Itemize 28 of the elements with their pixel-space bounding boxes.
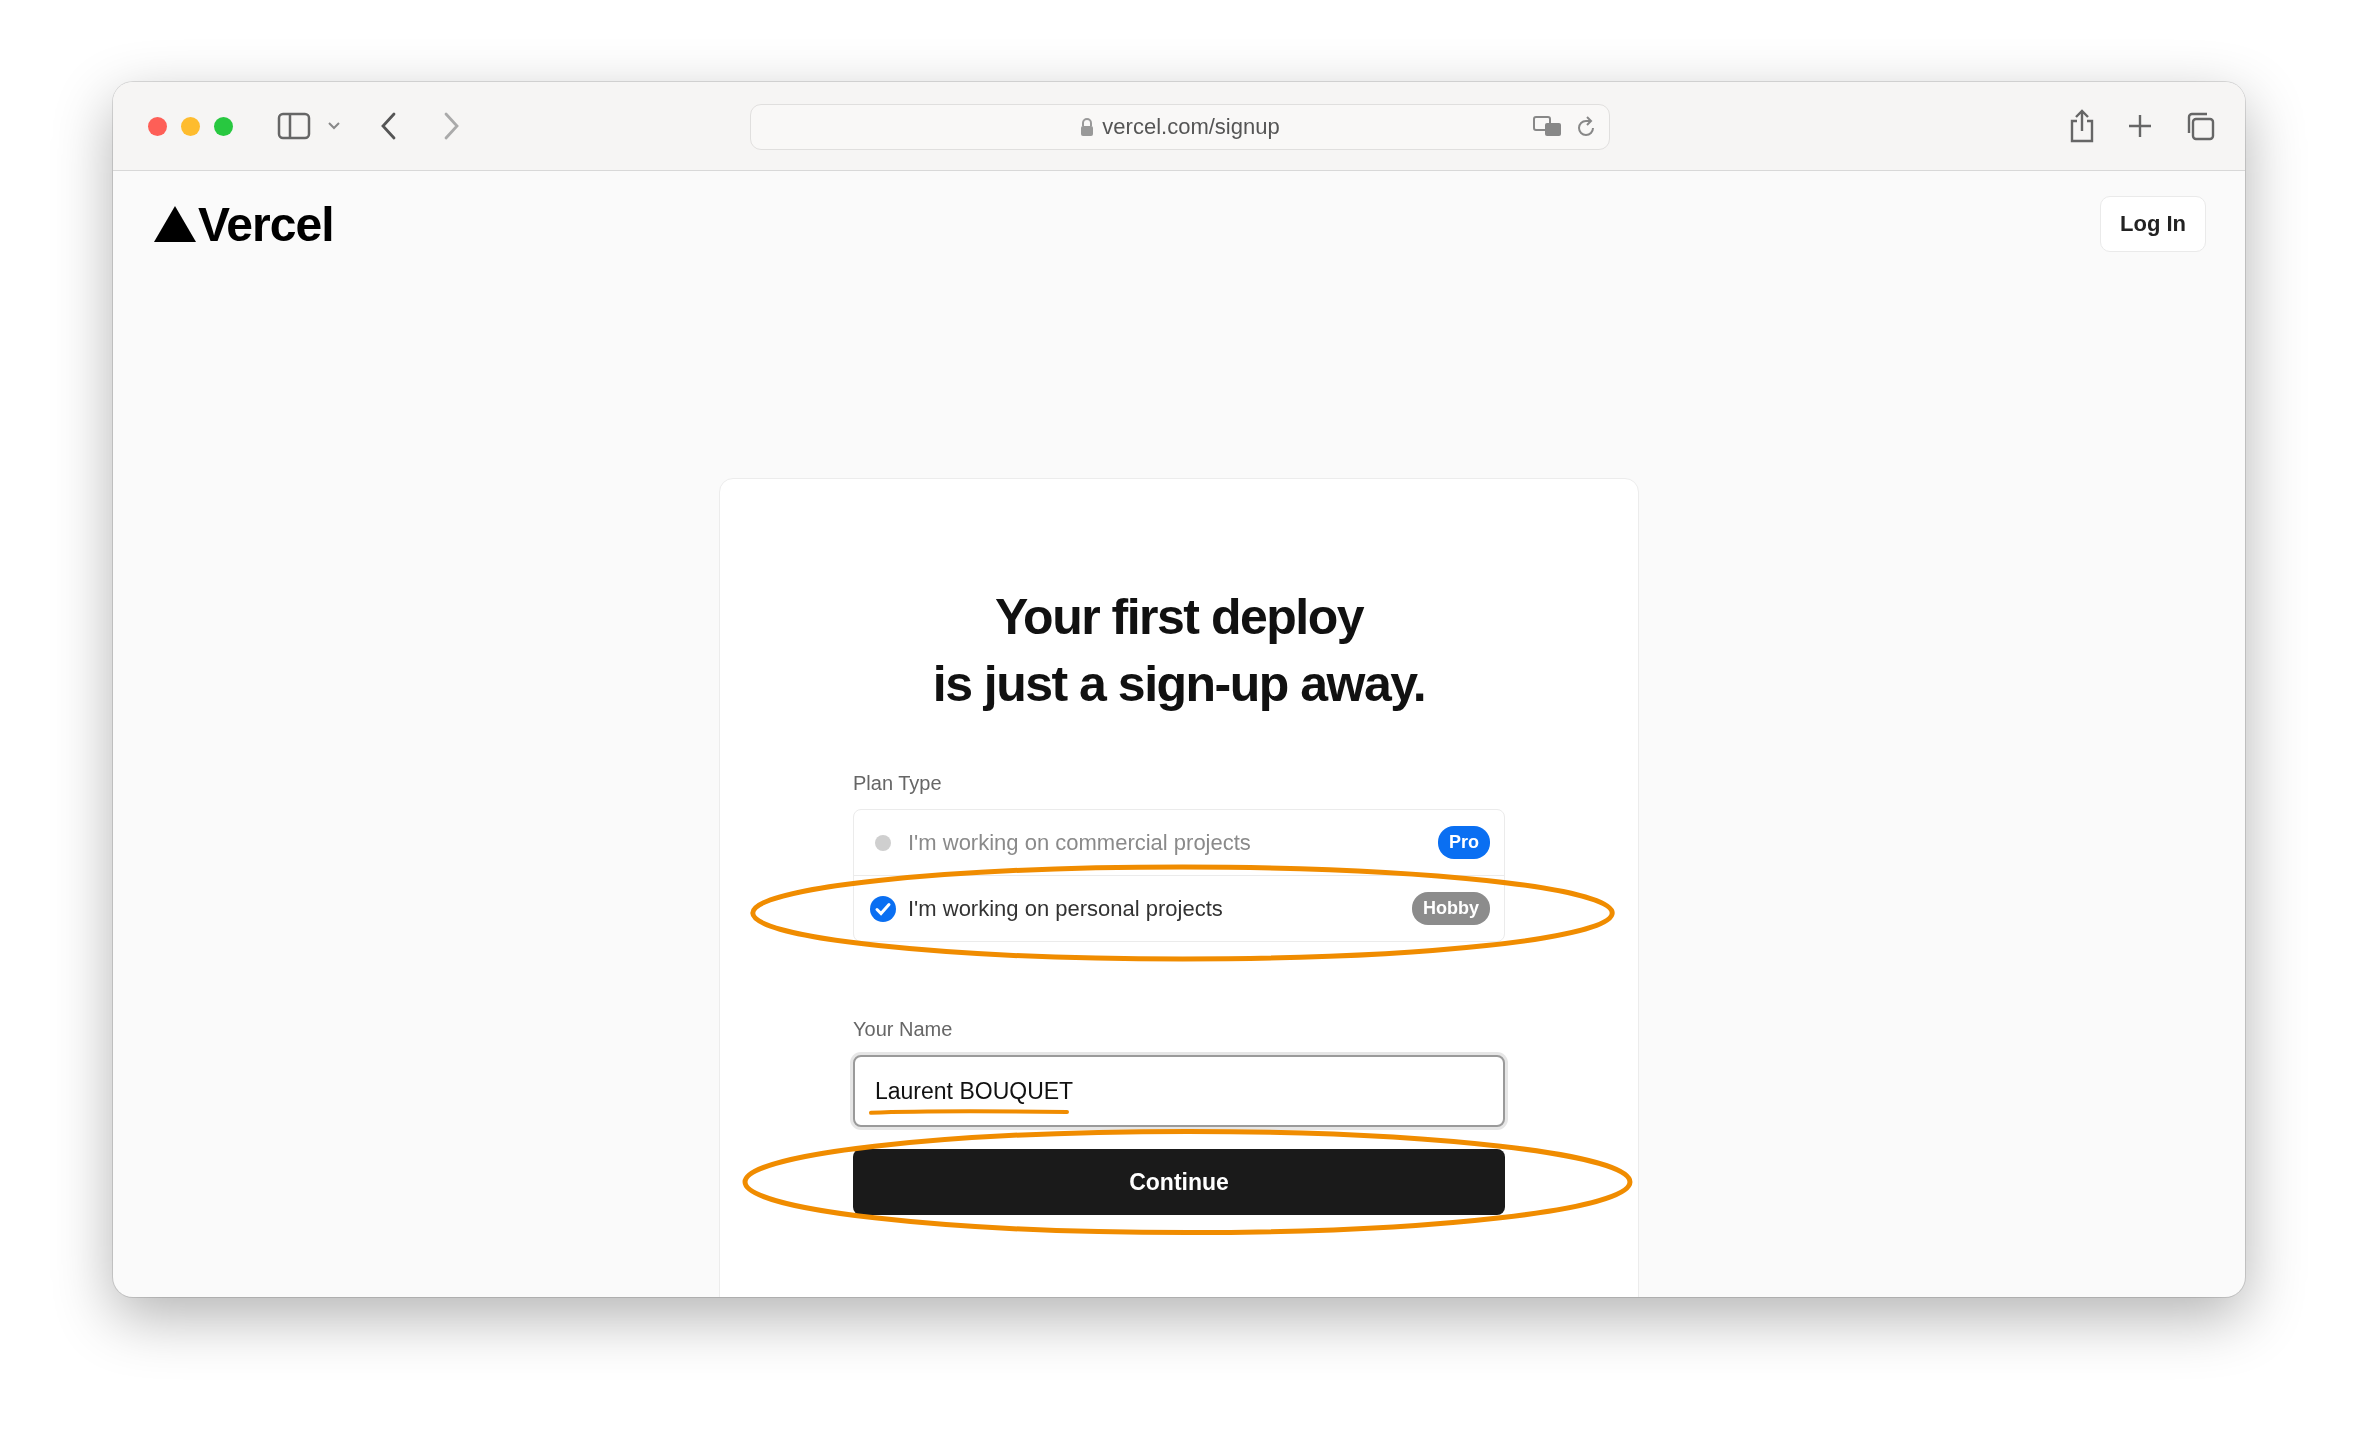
heading: Your first deploy is just a sign-up away. [931, 588, 1427, 714]
tabs-overview-icon[interactable] [2185, 111, 2215, 141]
lock-icon [1080, 117, 1095, 137]
triangle-logo-icon [154, 206, 196, 242]
plan-badge: Hobby [1412, 892, 1490, 925]
login-button[interactable]: Log In [2100, 196, 2206, 252]
new-tab-icon[interactable] [2127, 113, 2153, 139]
plan-badge: Pro [1438, 826, 1490, 859]
reload-icon[interactable] [1575, 115, 1597, 139]
sidebar-icon[interactable] [277, 112, 311, 140]
back-icon[interactable] [379, 112, 397, 140]
chevron-down-icon[interactable] [327, 121, 341, 131]
zoom-window-button[interactable] [214, 116, 233, 136]
name-label: Your Name [853, 1018, 954, 1041]
address-bar[interactable]: vercel.com/signup [750, 104, 1610, 150]
check-circle-icon [870, 895, 896, 922]
share-icon[interactable] [2069, 109, 2095, 143]
forward-icon[interactable] [443, 112, 461, 140]
logo-text: Vercel [198, 196, 334, 252]
plan-type-label: Plan Type [853, 772, 943, 795]
name-field[interactable]: Laurent BOUQUET [853, 1055, 1505, 1127]
plan-option[interactable]: I'm working on commercial projects Pro [854, 810, 1504, 875]
plan-option-text: I'm working on personal projects [908, 895, 1224, 922]
close-window-button[interactable] [148, 116, 167, 136]
address-text: vercel.com/signup [1102, 114, 1280, 140]
translate-icon[interactable] [1533, 115, 1563, 139]
plan-option-text: I'm working on commercial projects [908, 829, 1252, 856]
continue-button[interactable]: Continue [853, 1149, 1505, 1215]
